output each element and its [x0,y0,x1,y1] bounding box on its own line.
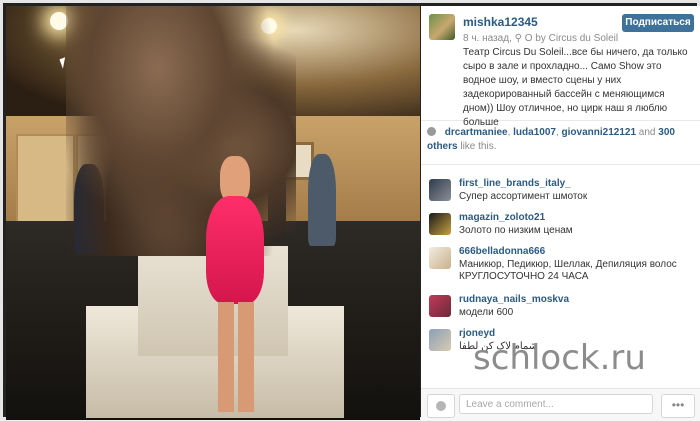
post-time: 8 ч. назад [463,33,510,44]
avatar[interactable] [429,213,451,235]
comment-username[interactable]: rudnaya_nails_moskva [459,294,569,305]
like-user[interactable]: giovanni212121 [562,127,636,138]
comment-username[interactable]: 666belladonna666 [459,246,545,257]
background-person [308,154,336,246]
comment-text: Золото по низким ценам [459,225,573,236]
comment-text: Маникюр, Педикюр, Шеллак, Депиляция воло… [459,259,677,282]
follow-button[interactable]: Подписаться [622,14,694,32]
location-pin-icon: ⚲ [514,33,522,44]
avatar[interactable] [429,14,455,40]
comment-username[interactable]: magazin_zoloto21 [459,212,545,223]
woman-legs [218,302,254,412]
post-caption: Театр Circus Du Soleil...все бы ничего, … [463,47,688,128]
avatar[interactable] [429,329,451,351]
avatar[interactable] [429,179,451,201]
comment-text: модели 600 [459,307,514,318]
watermark: schlock.ru [473,338,646,378]
bronze-statue [66,6,296,256]
comment-input[interactable]: Leave a comment... [459,394,653,414]
post-meta: 8 ч. назад, ⚲ O by Circus du Soleil [463,33,619,44]
screenshot-frame: mishka12345 8 ч. назад, ⚲ O by Circus du… [0,0,700,421]
likes-suffix: like this. [460,141,497,152]
post-username[interactable]: mishka12345 [463,15,538,29]
post-location[interactable]: O by Circus du Soleil [525,33,618,44]
more-options-button[interactable]: ••• [661,394,695,418]
heart-icon [436,401,446,411]
heart-icon [427,127,436,136]
comment-text: Супер ассортимент шмоток [459,191,588,202]
avatar[interactable] [429,295,451,317]
post-photo[interactable] [6,6,420,420]
likes-line: drcartmaniee, luda1007, giovanni212121 a… [427,127,675,152]
likes-and: and [638,127,656,138]
like-user[interactable]: luda1007 [513,127,556,138]
red-dress [206,196,264,304]
like-user[interactable]: drcartmaniee [445,127,508,138]
like-button[interactable] [427,394,455,418]
avatar[interactable] [429,247,451,269]
comment-username[interactable]: first_line_brands_italy_ [459,178,571,189]
comment-bar: Leave a comment... ••• [421,388,700,421]
post-header: mishka12345 8 ч. назад, ⚲ O by Circus du… [421,6,700,128]
